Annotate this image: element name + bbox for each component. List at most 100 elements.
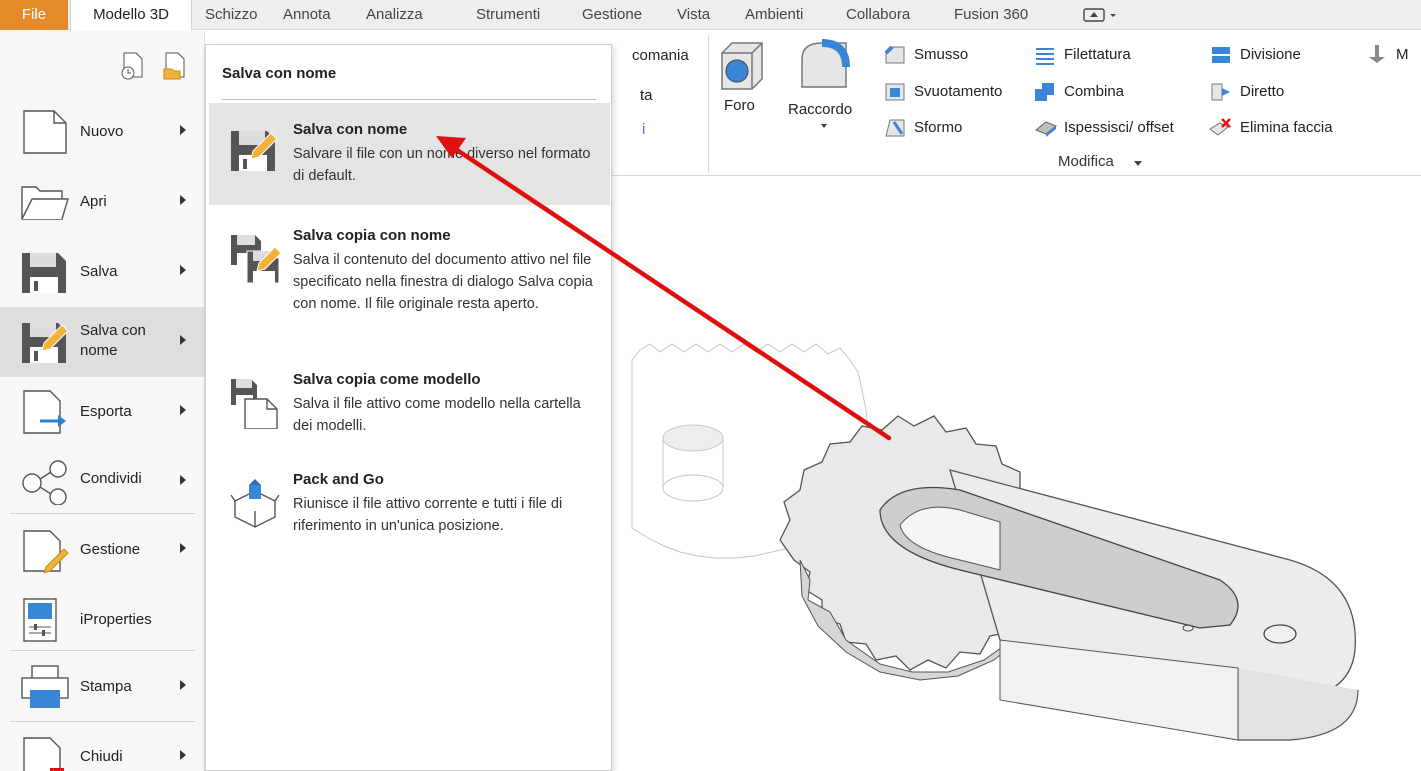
tab-strumenti[interactable]: Strumenti xyxy=(476,0,540,30)
save-as-icon xyxy=(231,131,278,171)
chamfer-icon[interactable] xyxy=(884,45,906,68)
panel-label-modifica[interactable]: Modifica xyxy=(1058,153,1114,170)
submenu-item-title: Salva con nome xyxy=(293,121,408,138)
model-viewport[interactable] xyxy=(612,176,1421,771)
menu-item-label: Salva xyxy=(80,263,118,280)
submenu-item-pack-and-go[interactable]: Pack and Go Riunisce il file attivo corr… xyxy=(209,453,610,549)
submenu-item-salva-con-nome[interactable]: Salva con nome Salvare il file con un no… xyxy=(209,103,610,205)
tab-analizza[interactable]: Analizza xyxy=(366,0,423,30)
tab-fusion-360[interactable]: Fusion 360 xyxy=(954,0,1028,30)
tab-collabora[interactable]: Collabora xyxy=(846,0,910,30)
draft-icon[interactable] xyxy=(884,118,906,141)
menu-item-apri[interactable]: Apri xyxy=(0,167,205,237)
chevron-right-icon xyxy=(180,405,186,415)
print-icon xyxy=(21,665,69,708)
submenu-item-description: Salva il contenuto del documento attivo … xyxy=(293,252,593,312)
new-document-icon xyxy=(23,110,67,154)
save-copy-as-icon xyxy=(231,235,281,284)
close-document-icon xyxy=(23,737,64,771)
open-folder-icon xyxy=(21,186,69,220)
combine-icon[interactable] xyxy=(1034,82,1056,105)
tab-file[interactable]: File xyxy=(0,0,68,30)
split-button[interactable]: Divisione xyxy=(1240,46,1301,63)
thicken-offset-icon[interactable] xyxy=(1034,118,1058,141)
chevron-right-icon xyxy=(180,195,186,205)
save-copy-as-template-icon xyxy=(231,379,278,429)
fillet-button[interactable]: Raccordo xyxy=(788,101,852,118)
chevron-down-icon[interactable] xyxy=(821,124,827,128)
submenu-item-description: Salvare il file con un nome diverso nel … xyxy=(293,146,591,184)
menu-item-label: Gestione xyxy=(80,541,141,558)
menu-item-label: Esporta xyxy=(80,403,132,420)
chevron-right-icon xyxy=(180,680,186,690)
ribbon-tool-icon[interactable] xyxy=(1366,43,1388,68)
menu-item-label: Salva con nome xyxy=(80,322,146,359)
submenu-item-description: Riunisce il file attivo corrente e tutti… xyxy=(293,496,563,534)
ribbon-tab-bar: File Modello 3D Schizzo Annota Analizza … xyxy=(0,0,1421,31)
menu-item-condividi[interactable]: Condividi xyxy=(0,447,205,517)
menu-item-nuovo[interactable]: Nuovo xyxy=(0,97,205,167)
chevron-right-icon xyxy=(180,543,186,553)
delete-face-button[interactable]: Elimina faccia xyxy=(1240,119,1333,136)
ribbon-partial-label: ta xyxy=(640,87,653,104)
submenu-item-title: Salva copia con nome xyxy=(293,227,451,244)
menu-item-esporta[interactable]: Esporta xyxy=(0,377,205,447)
combine-button[interactable]: Combina xyxy=(1064,83,1124,100)
menu-item-salva[interactable]: Salva xyxy=(0,237,205,307)
thread-button[interactable]: Filettatura xyxy=(1064,46,1131,63)
chevron-right-icon xyxy=(180,335,186,345)
chevron-right-icon xyxy=(180,125,186,135)
thread-icon[interactable] xyxy=(1034,45,1056,68)
tab-modello-3d[interactable]: Modello 3D xyxy=(70,0,192,31)
gear-model-render xyxy=(631,343,1359,741)
tab-vista[interactable]: Vista xyxy=(677,0,710,30)
tab-annota[interactable]: Annota xyxy=(283,0,331,30)
menu-item-iproperties[interactable]: iProperties xyxy=(0,585,205,655)
submenu-item-title: Salva copia come modello xyxy=(293,371,481,388)
share-icon xyxy=(22,460,67,505)
delete-face-icon[interactable] xyxy=(1208,117,1232,142)
menu-item-salva-con-nome[interactable]: Salva con nome xyxy=(0,307,205,377)
direct-edit-icon[interactable] xyxy=(1210,82,1232,105)
recent-documents-icon[interactable] xyxy=(120,51,146,84)
hole-button[interactable]: Foro xyxy=(724,97,755,114)
hole-icon[interactable] xyxy=(718,39,766,94)
menu-divider xyxy=(10,513,195,514)
open-documents-icon[interactable] xyxy=(162,51,188,84)
menu-item-gestione[interactable]: Gestione xyxy=(0,515,205,585)
menu-divider xyxy=(10,650,195,651)
chevron-down-icon[interactable] xyxy=(1134,161,1142,166)
ribbon-display-options-icon[interactable] xyxy=(1082,0,1122,30)
tab-schizzo[interactable]: Schizzo xyxy=(205,0,258,30)
salva-con-nome-submenu: Salva con nome Salva con nome Salvare il… xyxy=(205,44,612,771)
tab-gestione[interactable]: Gestione xyxy=(582,0,642,30)
save-as-icon xyxy=(22,323,69,363)
chamfer-button[interactable]: Smusso xyxy=(914,46,968,63)
ribbon-partial-label: comania xyxy=(632,47,689,64)
shell-button[interactable]: Svuotamento xyxy=(914,83,1002,100)
menu-item-label: Nuovo xyxy=(80,123,124,140)
direct-edit-button[interactable]: Diretto xyxy=(1240,83,1284,100)
submenu-item-title: Pack and Go xyxy=(293,471,384,488)
submenu-title: Salva con nome xyxy=(222,65,337,82)
chevron-right-icon xyxy=(180,750,186,760)
iproperties-icon xyxy=(23,598,57,642)
submenu-divider xyxy=(222,99,596,100)
draft-button[interactable]: Sformo xyxy=(914,119,962,136)
split-icon[interactable] xyxy=(1210,45,1232,68)
shell-icon[interactable] xyxy=(884,82,906,105)
submenu-item-salva-copia-come-modello[interactable]: Salva copia come modello Salva il file a… xyxy=(209,353,610,449)
export-icon xyxy=(23,390,66,434)
ribbon-partial-label: i xyxy=(642,121,646,138)
ribbon-partial-label[interactable]: M xyxy=(1396,46,1409,63)
fillet-icon[interactable] xyxy=(798,39,850,94)
menu-item-label: Apri xyxy=(80,193,107,210)
save-icon xyxy=(22,253,66,293)
menu-item-stampa[interactable]: Stampa xyxy=(0,652,205,722)
tab-ambienti[interactable]: Ambienti xyxy=(745,0,803,30)
chevron-right-icon xyxy=(180,475,186,485)
submenu-item-salva-copia-con-nome[interactable]: Salva copia con nome Salva il contenuto … xyxy=(209,209,610,349)
thicken-offset-button[interactable]: Ispessisci/ offset xyxy=(1064,119,1174,136)
menu-item-label: Chiudi xyxy=(80,748,123,765)
menu-item-chiudi[interactable]: Chiudi xyxy=(0,722,205,771)
